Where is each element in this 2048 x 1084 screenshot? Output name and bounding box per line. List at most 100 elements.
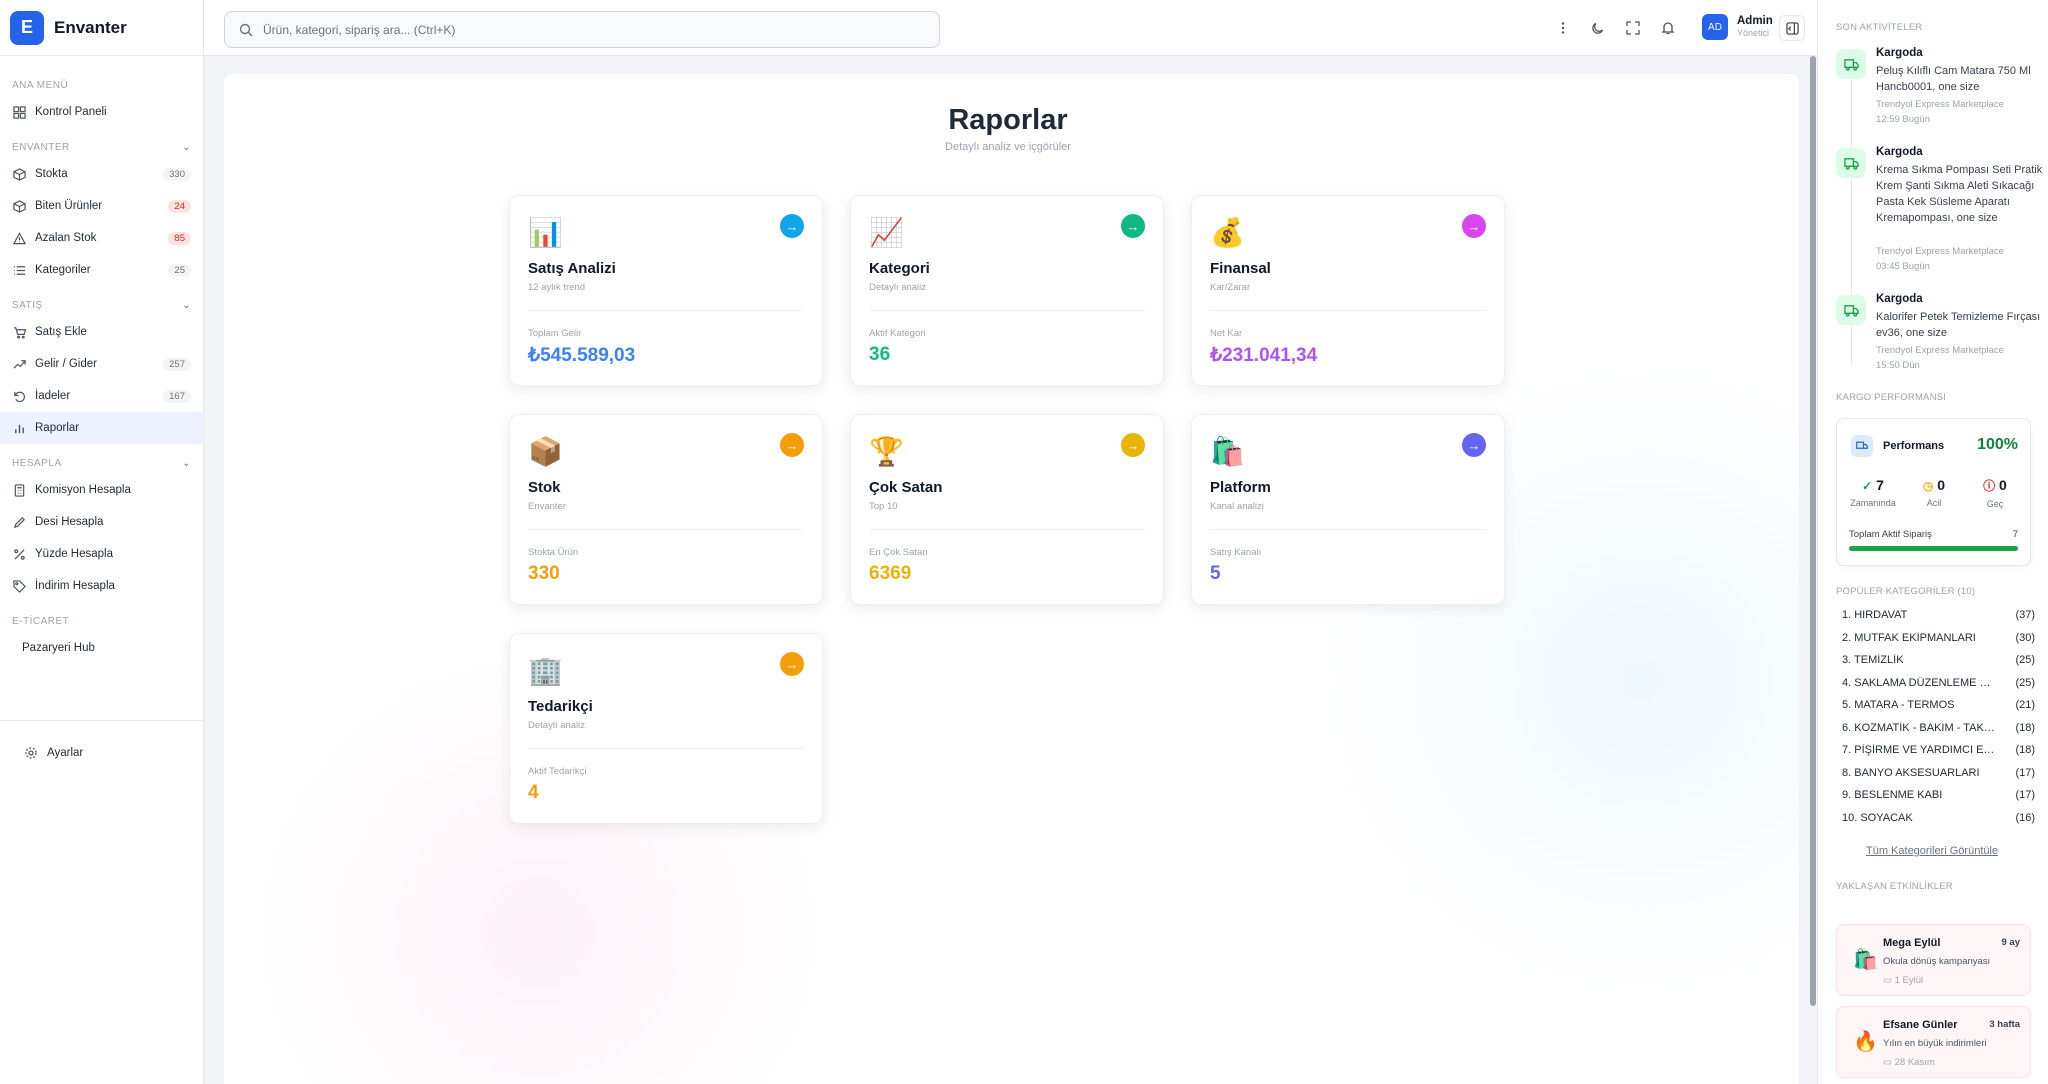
- more-vertical-icon[interactable]: [1545, 11, 1580, 46]
- section-calc[interactable]: HESAPLA ⌄: [0, 452, 203, 474]
- list-item[interactable]: 4. SAKLAMA DÜZENLEME ÜR... (25): [1842, 677, 2035, 700]
- card-title: Satış Analizi: [528, 260, 616, 277]
- metric-label: Stokta Ürün: [528, 547, 579, 558]
- avatar: AD: [1702, 14, 1728, 40]
- metric-value: 36: [869, 344, 891, 365]
- arrow-right-icon[interactable]: →: [1462, 214, 1486, 238]
- search-input[interactable]: [263, 22, 863, 37]
- divider: [1210, 529, 1486, 530]
- brand[interactable]: E Envanter: [0, 0, 203, 56]
- card-title: Finansal: [1210, 260, 1271, 277]
- list-item[interactable]: 3. TEMİZLİK (25): [1842, 654, 2035, 677]
- sidebar-item-low-stock[interactable]: Azalan Stok 85: [0, 222, 203, 254]
- sidebar-item-income-expense[interactable]: Gelir / Gider 257: [0, 348, 203, 380]
- chevron-down-icon[interactable]: ⌄: [182, 300, 191, 311]
- view-all-categories-link[interactable]: Tüm Kategorileri Görüntüle: [1866, 845, 1998, 857]
- sidebar-item-returns[interactable]: İadeler 167: [0, 380, 203, 412]
- card-subtitle: Top 10: [869, 501, 898, 512]
- moon-icon[interactable]: [1580, 11, 1615, 46]
- cart-icon: [12, 325, 26, 339]
- category-count: (18): [2015, 744, 2035, 756]
- tag-icon: [12, 579, 26, 593]
- arrow-right-icon[interactable]: →: [780, 433, 804, 457]
- metric-label: En Çok Satan: [869, 547, 928, 558]
- report-card-finance[interactable]: 💰 → Finansal Kar/Zarar Net Kar ₺231.041,…: [1191, 195, 1505, 386]
- list-item[interactable]: 8. BANYO AKSESUARLARI (17): [1842, 767, 2035, 790]
- card-title: Çok Satan: [869, 479, 943, 496]
- arrow-right-icon[interactable]: →: [1121, 214, 1145, 238]
- section-main: ANA MENÜ: [0, 74, 203, 96]
- sidebar-item-marketplace-hub[interactable]: Pazaryeri Hub: [0, 632, 203, 664]
- user-name: Admin: [1737, 15, 1773, 27]
- list-item[interactable]: 9. BESLENME KABI (17): [1842, 789, 2035, 812]
- chevron-down-icon[interactable]: ⌄: [182, 142, 191, 153]
- sidebar-item-out-of-stock[interactable]: Biten Ürünler 24: [0, 190, 203, 222]
- count-badge: 330: [163, 167, 191, 181]
- sidebar-item-label: Yüzde Hesapla: [35, 548, 113, 560]
- sidebar-item-label: Ayarlar: [47, 747, 84, 759]
- arrow-right-icon[interactable]: →: [780, 652, 804, 676]
- arrow-right-icon[interactable]: →: [780, 214, 804, 238]
- sidebar-item-desi[interactable]: Desi Hesapla: [0, 506, 203, 538]
- search-bar[interactable]: [224, 11, 940, 48]
- alert-circle-icon: ⓘ: [1983, 479, 1996, 493]
- list-item[interactable]: 1. HIRDAVAT (37): [1842, 609, 2035, 632]
- sidebar-item-commission[interactable]: Komisyon Hesapla: [0, 474, 203, 506]
- event-card[interactable]: 🛍️ Mega Eylül 9 ay Okula dönüş kampanyas…: [1836, 924, 2031, 996]
- event-date-text: 28 Kasım: [1894, 1057, 1935, 1068]
- report-card-platform[interactable]: 🛍️ → Platform Kanal analizi Satış Kanalı…: [1191, 414, 1505, 605]
- category-count: (30): [2015, 631, 2035, 644]
- fire-icon: 🔥: [1853, 1031, 1878, 1053]
- sidebar-item-label: Stokta: [35, 168, 68, 180]
- sidebar-item-discount[interactable]: İndirim Hesapla: [0, 570, 203, 602]
- arrow-right-icon[interactable]: →: [1121, 433, 1145, 457]
- user-menu[interactable]: AD Admin Yönetici: [1702, 14, 1773, 40]
- section-inventory[interactable]: ENVANTER ⌄: [0, 136, 203, 158]
- category-name: 8. BANYO AKSESUARLARI: [1842, 766, 1980, 779]
- report-card-sales[interactable]: 📊 → Satış Analizi 12 aylık trend Toplam …: [509, 195, 823, 386]
- sidebar-item-add-sale[interactable]: Satış Ekle: [0, 316, 203, 348]
- truck-icon: [1851, 435, 1873, 457]
- chevron-down-icon[interactable]: ⌄: [182, 458, 191, 469]
- sidebar-item-dashboard[interactable]: Kontrol Paneli: [0, 96, 203, 128]
- list-item[interactable]: 5. MATARA - TERMOS (21): [1842, 699, 2035, 722]
- truck-icon: [1836, 49, 1866, 79]
- main-scrollbar[interactable]: [1809, 56, 1817, 1084]
- performance-title: KARGO PERFORMANSI: [1836, 392, 1947, 403]
- sidebar-item-categories[interactable]: Kategoriler 25: [0, 254, 203, 286]
- total-orders-label: Toplam Aktif Sipariş: [1849, 529, 1932, 540]
- count-badge: 24: [168, 199, 191, 213]
- report-card-category[interactable]: 📈 → Kategori Detaylı analiz Aktif Katego…: [850, 195, 1164, 386]
- section-label: ANA MENÜ: [12, 79, 69, 91]
- page-title: Raporlar: [948, 104, 1068, 136]
- sidebar-item-reports[interactable]: Raporlar: [0, 412, 203, 444]
- report-card-best-seller[interactable]: 🏆 → Çok Satan Top 10 En Çok Satan 6369: [850, 414, 1164, 605]
- section-sales[interactable]: SATIŞ ⌄: [0, 294, 203, 316]
- report-card-stock[interactable]: 📦 → Stok Envanter Stokta Ürün 330: [509, 414, 823, 605]
- fullscreen-icon[interactable]: [1615, 11, 1650, 46]
- progress-fill: [1849, 546, 2018, 551]
- toggle-panel-button[interactable]: [1779, 15, 1805, 41]
- list-item[interactable]: 10. SOYACAK (16): [1842, 812, 2035, 835]
- list-item[interactable]: 6. KOZMATİK - BAKIM - TAKI ... (18): [1842, 722, 2035, 745]
- activity-desc: Krema Sıkma Pompası Seti Pratik Krem Şan…: [1876, 164, 2043, 224]
- bell-icon[interactable]: [1650, 11, 1685, 46]
- report-card-supplier[interactable]: 🏢 → Tedarikçi Detaylı analiz Aktif Tedar…: [509, 633, 823, 824]
- divider: [528, 529, 804, 530]
- metric-value: ₺231.041,34: [1210, 345, 1318, 366]
- total-orders-value: 7: [2012, 529, 2018, 540]
- sidebar-item-settings[interactable]: Ayarlar: [0, 737, 203, 769]
- user-role: Yönetici: [1737, 28, 1770, 38]
- sidebar-item-percent[interactable]: Yüzde Hesapla: [0, 538, 203, 570]
- scrollbar-thumb[interactable]: [1810, 56, 1816, 1006]
- sidebar-item-stock[interactable]: Stokta 330: [0, 158, 203, 190]
- category-name: 5. MATARA - TERMOS: [1842, 699, 1955, 711]
- arrow-right-icon[interactable]: →: [1462, 433, 1486, 457]
- event-card[interactable]: 🔥 Efsane Günler 3 hafta Yılın en büyük i…: [1836, 1006, 2031, 1078]
- sidebar-nav: ANA MENÜ Kontrol Paneli ENVANTER ⌄ Stokta…: [0, 56, 203, 664]
- brand-logo: E: [10, 10, 44, 45]
- list-item[interactable]: 2. MUTFAK EKİPMANLARI (30): [1842, 632, 2035, 655]
- topbar: AD Admin Yönetici: [204, 0, 1817, 56]
- list-item[interactable]: 7. PİŞİRME VE YARDIMCI EKİP... (18): [1842, 744, 2035, 767]
- sidebar-item-label: Gelir / Gider: [35, 358, 97, 370]
